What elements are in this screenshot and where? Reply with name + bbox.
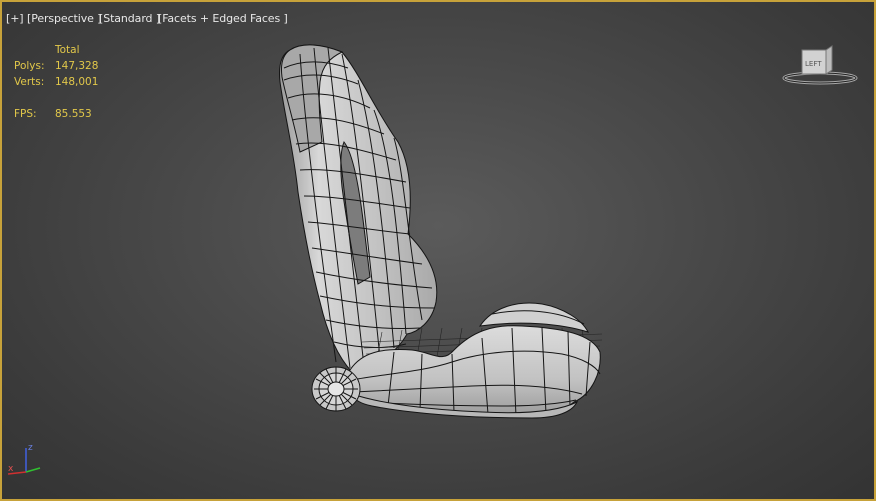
viewcube-face-left[interactable]: LEFT <box>805 60 822 68</box>
seat-hinge-tube <box>311 366 361 412</box>
seat-backrest <box>279 44 438 373</box>
axis-tripod-gizmo: z x <box>7 443 41 475</box>
z-axis-label: z <box>28 443 33 453</box>
x-axis-label: x <box>8 464 14 474</box>
viewcube[interactable]: LEFT <box>780 42 862 90</box>
y-axis-line <box>25 467 41 473</box>
perspective-viewport[interactable]: [+] [Perspective ] [Standard ] [Facets +… <box>0 0 876 501</box>
seat-3d-model[interactable] <box>2 2 876 501</box>
